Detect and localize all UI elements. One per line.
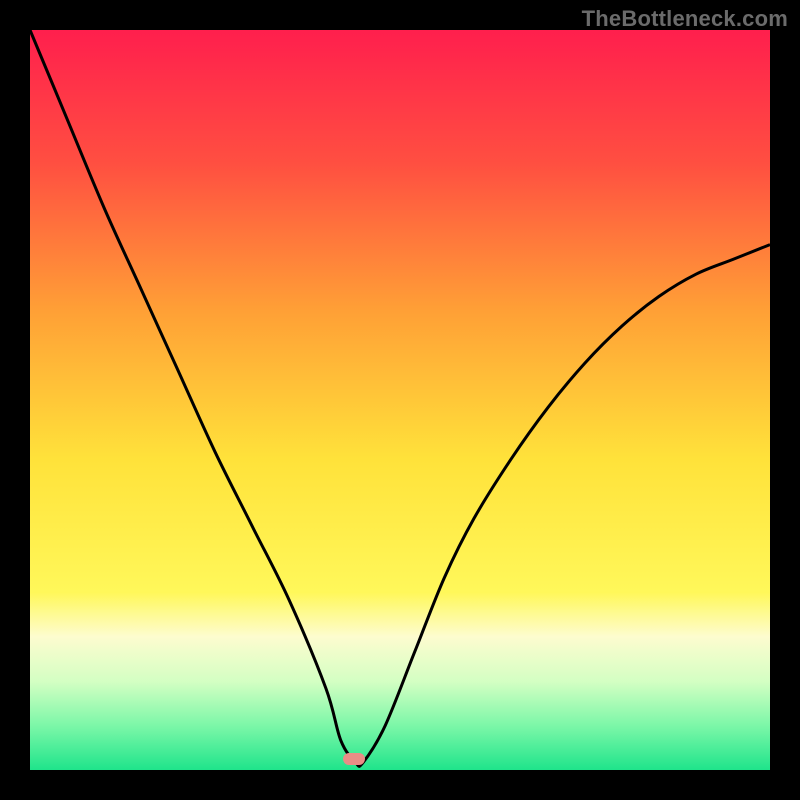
bottleneck-curve (30, 30, 770, 766)
watermark-label: TheBottleneck.com (582, 6, 788, 32)
chart-stage: TheBottleneck.com (0, 0, 800, 800)
optimal-marker (343, 753, 365, 765)
curve-layer (30, 30, 770, 770)
